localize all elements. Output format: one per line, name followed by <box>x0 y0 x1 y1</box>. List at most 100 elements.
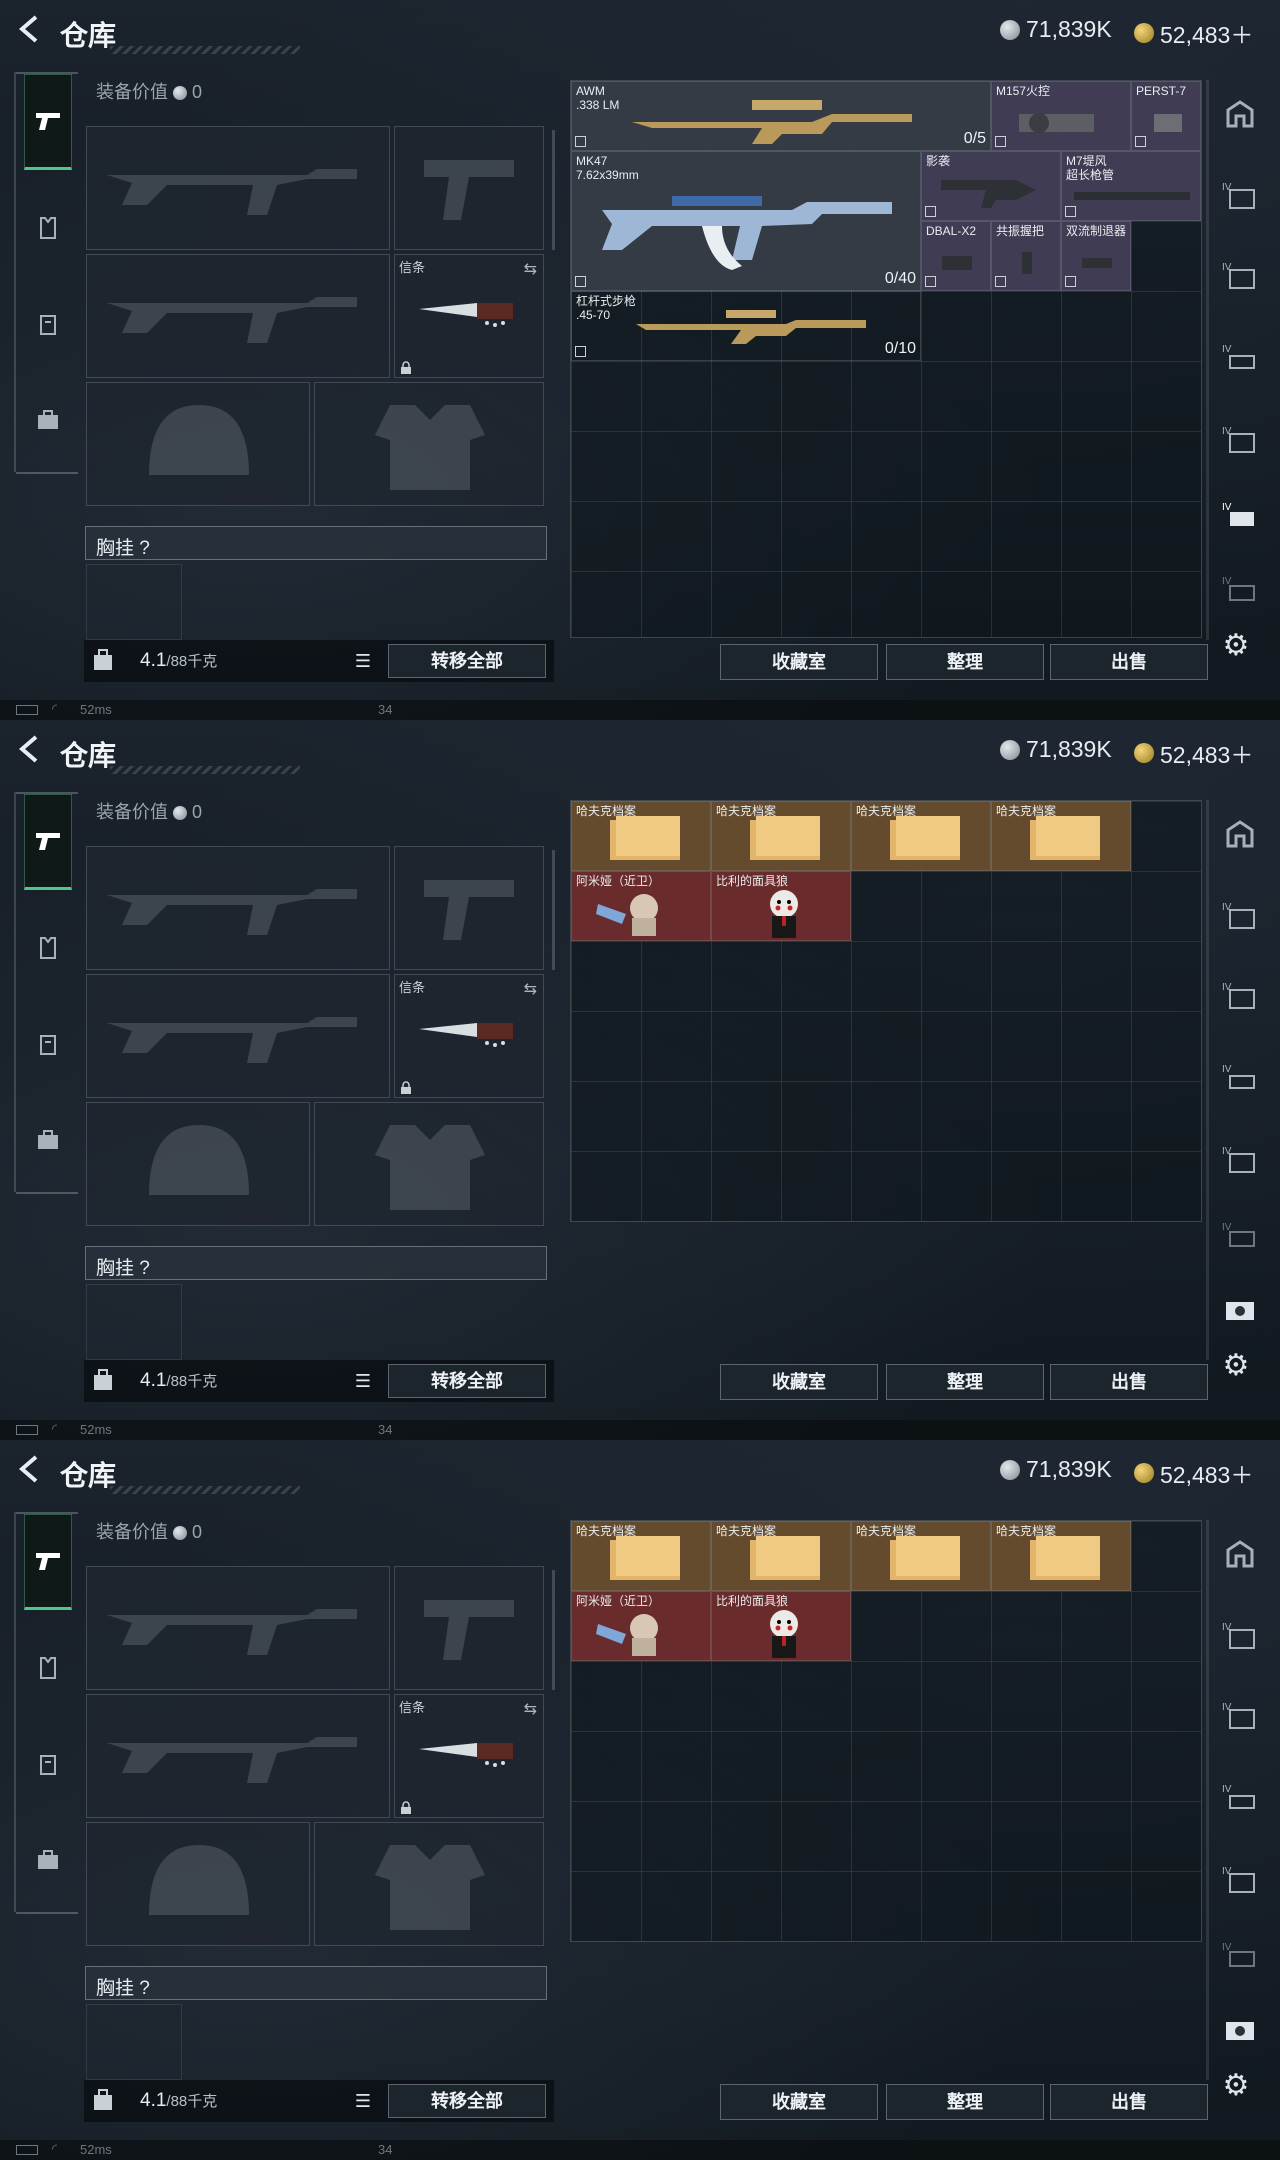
transfer-all-button[interactable]: 转移全部 <box>388 2084 546 2118</box>
storage-box-6-icon[interactable] <box>1216 2014 1264 2062</box>
back-arrow-icon[interactable] <box>14 14 46 46</box>
sell-button[interactable]: 出售 <box>1050 644 1208 680</box>
collection-room-button[interactable]: 收藏室 <box>720 644 878 680</box>
gear-icon[interactable]: ⚙ <box>1218 2068 1254 2104</box>
item-mk47[interactable]: MK47 7.62x39mm 0/40 <box>571 151 921 291</box>
secondary-weapon-slot[interactable] <box>86 254 390 378</box>
nav-armor-tab[interactable] <box>24 1644 72 1692</box>
melee-slot[interactable]: 信条 ⇆ <box>394 974 544 1098</box>
storage-box-6-icon[interactable] <box>1216 1294 1264 1342</box>
swap-icon[interactable]: ⇆ <box>524 979 537 999</box>
item-amiya-figure[interactable]: 阿米娅（近卫） <box>571 871 711 941</box>
back-arrow-icon[interactable] <box>14 1454 46 1486</box>
item-haavk-file[interactable]: 哈夫克档案 <box>851 1521 991 1591</box>
storage-home-icon[interactable] <box>1216 98 1264 146</box>
storage-scrollbar[interactable] <box>1206 1520 1209 2080</box>
sell-button[interactable]: 出售 <box>1050 2084 1208 2120</box>
armor-slot[interactable] <box>314 1102 544 1226</box>
item-m157[interactable]: M157火控 <box>991 81 1131 151</box>
item-lever-rifle[interactable]: 杠杆式步枪 .45-70 0/10 <box>571 291 921 361</box>
storage-box-5-icon[interactable]: IV <box>1216 500 1264 548</box>
storage-home-icon[interactable] <box>1216 1538 1264 1586</box>
chest-rig-slot[interactable] <box>86 564 182 640</box>
storage-box-3-icon[interactable]: IV <box>1216 1062 1264 1110</box>
storage-box-4-icon[interactable]: IV <box>1216 1864 1264 1912</box>
equipment-scrollbar[interactable] <box>552 850 555 970</box>
storage-grid[interactable]: AWM .338 LM 0/5 M157火控 PERST-7 MK47 7.62… <box>570 80 1202 638</box>
storage-box-3-icon[interactable]: IV <box>1216 1782 1264 1830</box>
melee-slot[interactable]: 信条 ⇆ <box>394 254 544 378</box>
storage-scrollbar[interactable] <box>1206 800 1209 1360</box>
storage-box-2-icon[interactable]: IV <box>1216 1700 1264 1748</box>
nav-armor-tab[interactable] <box>24 924 72 972</box>
melee-slot[interactable]: 信条 ⇆ <box>394 1694 544 1818</box>
item-haavk-file[interactable]: 哈夫克档案 <box>991 801 1131 871</box>
armor-slot[interactable] <box>314 1822 544 1946</box>
storage-box-6-icon[interactable]: IV <box>1216 574 1264 622</box>
storage-box-1-icon[interactable]: IV <box>1216 180 1264 228</box>
helmet-slot[interactable] <box>86 1822 310 1946</box>
primary-weapon-slot[interactable] <box>86 846 390 970</box>
sort-button[interactable]: 整理 <box>886 2084 1044 2120</box>
sort-button[interactable]: 整理 <box>886 1364 1044 1400</box>
item-amiya-figure[interactable]: 阿米娅（近卫） <box>571 1591 711 1661</box>
armor-slot[interactable] <box>314 382 544 506</box>
secondary-weapon-slot[interactable] <box>86 974 390 1098</box>
sell-button[interactable]: 出售 <box>1050 1364 1208 1400</box>
gold-currency[interactable]: 52,483＋ <box>1134 736 1253 770</box>
item-haavk-file[interactable]: 哈夫克档案 <box>851 801 991 871</box>
gear-icon[interactable]: ⚙ <box>1218 1348 1254 1384</box>
nav-backpack-tab[interactable] <box>24 1740 72 1788</box>
nav-case-tab[interactable] <box>24 396 72 444</box>
pistol-slot[interactable] <box>394 846 544 970</box>
item-haavk-file[interactable]: 哈夫克档案 <box>571 1521 711 1591</box>
item-resonance-grip[interactable]: 共振握把 <box>991 221 1061 291</box>
storage-grid[interactable]: 哈夫克档案 哈夫克档案 哈夫克档案 哈夫克档案 阿米娅（近卫） 比利的面具狼 <box>570 1520 1202 1942</box>
storage-box-1-icon[interactable]: IV <box>1216 900 1264 948</box>
transfer-all-button[interactable]: 转移全部 <box>388 644 546 678</box>
item-perst7[interactable]: PERST-7 <box>1131 81 1201 151</box>
chest-rig-slot[interactable] <box>86 1284 182 1360</box>
nav-backpack-tab[interactable] <box>24 1020 72 1068</box>
nav-weapons-tab[interactable] <box>24 1514 72 1610</box>
secondary-weapon-slot[interactable] <box>86 1694 390 1818</box>
nav-backpack-tab[interactable] <box>24 300 72 348</box>
storage-box-3-icon[interactable]: IV <box>1216 342 1264 390</box>
storage-grid[interactable]: 哈夫克档案 哈夫克档案 哈夫克档案 哈夫克档案 阿米娅（近卫） 比利的面具狼 <box>570 800 1202 1222</box>
item-haavk-file[interactable]: 哈夫克档案 <box>571 801 711 871</box>
storage-box-1-icon[interactable]: IV <box>1216 1620 1264 1668</box>
list-icon[interactable]: ☰ <box>350 648 376 674</box>
pistol-slot[interactable] <box>394 126 544 250</box>
item-haavk-file[interactable]: 哈夫克档案 <box>711 1521 851 1591</box>
item-muzzle-brake[interactable]: 双流制退器 <box>1061 221 1131 291</box>
storage-scrollbar[interactable] <box>1206 80 1209 640</box>
item-awm[interactable]: AWM .338 LM 0/5 <box>571 81 991 151</box>
helmet-slot[interactable] <box>86 1102 310 1226</box>
item-haavk-file[interactable]: 哈夫克档案 <box>991 1521 1131 1591</box>
equipment-scrollbar[interactable] <box>552 1570 555 1690</box>
storage-box-2-icon[interactable]: IV <box>1216 980 1264 1028</box>
storage-box-4-icon[interactable]: IV <box>1216 424 1264 472</box>
swap-icon[interactable]: ⇆ <box>524 259 537 279</box>
storage-home-icon[interactable] <box>1216 818 1264 866</box>
gold-currency[interactable]: 52,483＋ <box>1134 16 1253 50</box>
primary-weapon-slot[interactable] <box>86 126 390 250</box>
item-shadow-stock[interactable]: 影袭 <box>921 151 1061 221</box>
swap-icon[interactable]: ⇆ <box>524 1699 537 1719</box>
chest-rig-slot[interactable] <box>86 2004 182 2080</box>
storage-box-4-icon[interactable]: IV <box>1216 1144 1264 1192</box>
transfer-all-button[interactable]: 转移全部 <box>388 1364 546 1398</box>
helmet-slot[interactable] <box>86 382 310 506</box>
pistol-slot[interactable] <box>394 1566 544 1690</box>
nav-case-tab[interactable] <box>24 1116 72 1164</box>
sort-button[interactable]: 整理 <box>886 644 1044 680</box>
item-haavk-file[interactable]: 哈夫克档案 <box>711 801 851 871</box>
nav-weapons-tab[interactable] <box>24 74 72 170</box>
chest-rig-header[interactable]: 胸挂 ? <box>85 1246 547 1280</box>
back-arrow-icon[interactable] <box>14 734 46 766</box>
gold-currency[interactable]: 52,483＋ <box>1134 1456 1253 1490</box>
nav-case-tab[interactable] <box>24 1836 72 1884</box>
chest-rig-header[interactable]: 胸挂 ? <box>85 526 547 560</box>
storage-box-2-icon[interactable]: IV <box>1216 260 1264 308</box>
collection-room-button[interactable]: 收藏室 <box>720 1364 878 1400</box>
